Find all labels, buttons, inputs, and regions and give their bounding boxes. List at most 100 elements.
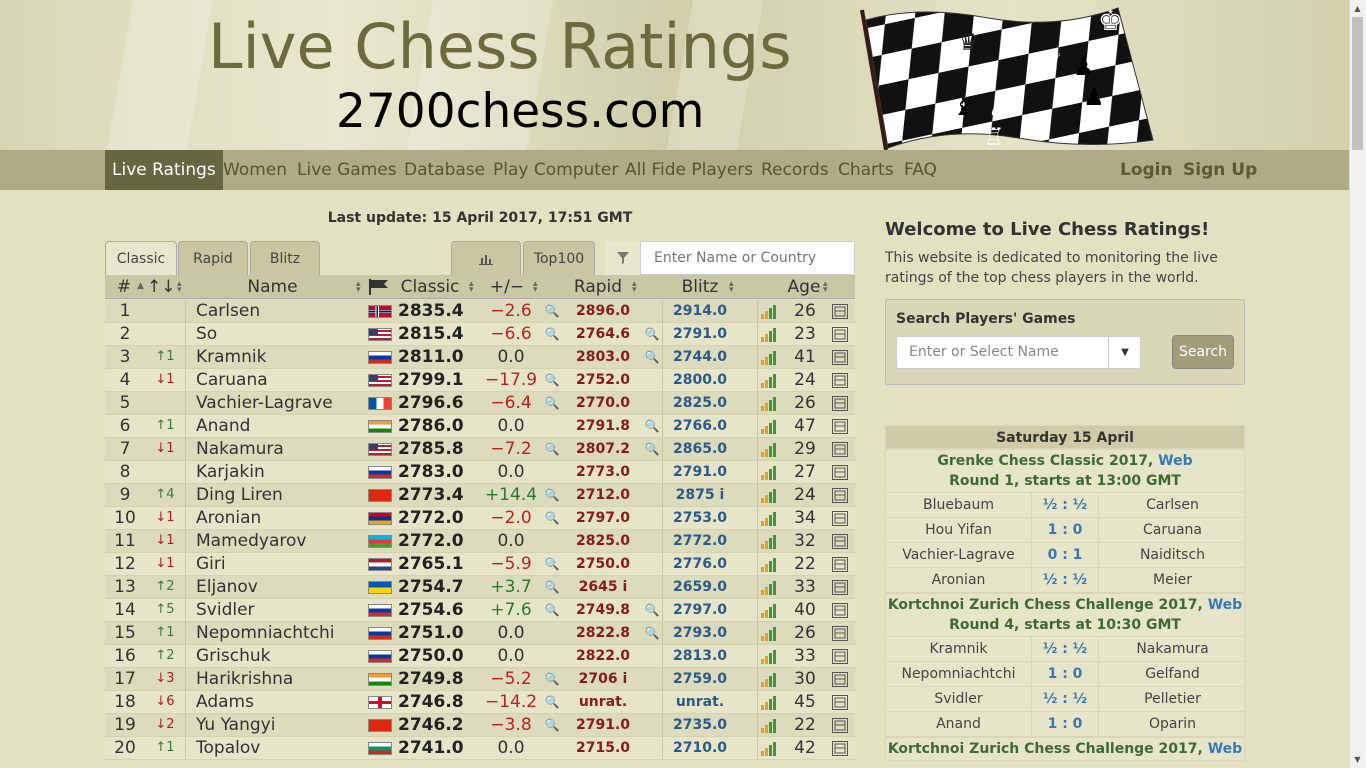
- rating-chart-icon[interactable]: [760, 327, 776, 342]
- player-name[interactable]: Grischuk: [196, 645, 270, 667]
- black-player[interactable]: Carlsen: [1099, 493, 1246, 517]
- player-name[interactable]: Anand: [196, 415, 250, 437]
- header-classic[interactable]: Classic: [395, 275, 465, 299]
- white-player[interactable]: Vachier-Lagrave: [886, 543, 1032, 567]
- rapid-search-icon[interactable]: 🔍: [542, 668, 562, 690]
- game-row[interactable]: Aronian ½ : ½ Meier: [885, 568, 1245, 593]
- event-web-link[interactable]: Web: [1158, 453, 1192, 469]
- history-icon[interactable]: [832, 396, 848, 411]
- table-row[interactable]: 17 ↓3 Harikrishna 2749.8 −5.2 🔍 2706 i 2…: [105, 668, 855, 691]
- filter-input[interactable]: [642, 242, 854, 274]
- table-row[interactable]: 14 ↑5 Svidler 2754.6 +7.6 🔍 2749.8 🔍 279…: [105, 599, 855, 622]
- player-name[interactable]: Yu Yangyi: [196, 714, 275, 736]
- rapid-search-icon[interactable]: 🔍: [542, 691, 562, 713]
- table-row[interactable]: 3 ↑1 Kramnik 2811.0 0.0 2803.0 🔍 2744.0 …: [105, 346, 855, 369]
- rating-chart-icon[interactable]: [760, 603, 776, 618]
- table-row[interactable]: 12 ↓1 Giri 2765.1 −5.9 🔍 2750.0 2776.0 2…: [105, 553, 855, 576]
- table-row[interactable]: 13 ↑2 Eljanov 2754.7 +3.7 🔍 2645 i 2659.…: [105, 576, 855, 599]
- history-icon[interactable]: [832, 649, 848, 664]
- rating-chart-icon[interactable]: [760, 488, 776, 503]
- player-name[interactable]: Nepomniachtchi: [196, 622, 334, 644]
- site-title[interactable]: Live Chess Ratings: [208, 10, 792, 83]
- table-row[interactable]: 7 ↓1 Nakamura 2785.8 −7.2 🔍 2807.2 🔍 286…: [105, 438, 855, 461]
- black-player[interactable]: Meier: [1099, 568, 1246, 592]
- blitz-search-icon[interactable]: 🔍: [642, 599, 662, 621]
- white-player[interactable]: Kramnik: [886, 637, 1032, 661]
- sort-icon[interactable]: ▴ ▾: [177, 280, 182, 295]
- history-icon[interactable]: [832, 304, 848, 319]
- event-name[interactable]: Grenke Chess Classic 2017,: [937, 453, 1153, 469]
- history-icon[interactable]: [832, 511, 848, 526]
- sort-icon[interactable]: ▴ ▾: [356, 280, 361, 295]
- header-name[interactable]: Name: [205, 275, 340, 299]
- history-icon[interactable]: [832, 603, 848, 618]
- rapid-search-icon[interactable]: 🔍: [542, 599, 562, 621]
- table-row[interactable]: 10 ↓1 Aronian 2772.0 −2.0 🔍 2797.0 2753.…: [105, 507, 855, 530]
- blitz-search-icon[interactable]: 🔍: [642, 415, 662, 437]
- game-result[interactable]: 1 : 0: [1032, 518, 1099, 542]
- table-row[interactable]: 15 ↑1 Nepomniachtchi 2751.0 0.0 2822.8 🔍…: [105, 622, 855, 645]
- history-icon[interactable]: [832, 419, 848, 434]
- nav-charts[interactable]: Charts: [838, 150, 894, 190]
- sort-icon[interactable]: ▴ ▾: [533, 280, 538, 295]
- rapid-search-icon[interactable]: 🔍: [542, 438, 562, 460]
- login-link[interactable]: Login: [1120, 150, 1173, 190]
- rating-chart-icon[interactable]: [760, 649, 776, 664]
- tab-top100[interactable]: Top100: [523, 241, 595, 275]
- table-row[interactable]: 8 Karjakin 2783.0 0.0 2773.0 2791.0 27: [105, 461, 855, 484]
- event-name[interactable]: Kortchnoi Zurich Chess Challenge 2017,: [888, 741, 1203, 757]
- site-subtitle[interactable]: 2700chess.com: [336, 84, 704, 139]
- rating-chart-icon[interactable]: [760, 373, 776, 388]
- chart-view-button[interactable]: [451, 241, 521, 275]
- blitz-search-icon[interactable]: 🔍: [642, 323, 662, 345]
- table-row[interactable]: 1 Carlsen 2835.4 −2.6 🔍 2896.0 2914.0 26: [105, 300, 855, 323]
- chevron-down-icon[interactable]: ▼: [1108, 336, 1141, 369]
- table-row[interactable]: 20 ↑1 Topalov 2741.0 0.0 2715.0 2710.0 4…: [105, 737, 855, 760]
- player-name[interactable]: Kramnik: [196, 346, 266, 368]
- blitz-search-icon[interactable]: 🔍: [642, 622, 662, 644]
- scroll-down-icon[interactable]: ▼: [1349, 751, 1366, 768]
- player-name[interactable]: Ding Liren: [196, 484, 283, 506]
- game-result[interactable]: 0 : 1: [1032, 543, 1099, 567]
- history-icon[interactable]: [832, 741, 848, 756]
- rating-chart-icon[interactable]: [760, 672, 776, 687]
- player-name[interactable]: Harikrishna: [196, 668, 293, 690]
- event-web-link[interactable]: Web: [1208, 741, 1242, 757]
- white-player[interactable]: Bluebaum: [886, 493, 1032, 517]
- nav-all-fide-players[interactable]: All Fide Players: [625, 150, 753, 190]
- history-icon[interactable]: [832, 350, 848, 365]
- history-icon[interactable]: [832, 580, 848, 595]
- nav-live-ratings[interactable]: Live Ratings: [105, 150, 223, 190]
- black-player[interactable]: Pelletier: [1099, 687, 1246, 711]
- game-result[interactable]: 1 : 0: [1032, 712, 1099, 736]
- blitz-search-icon[interactable]: 🔍: [642, 346, 662, 368]
- history-icon[interactable]: [832, 672, 848, 687]
- rating-chart-icon[interactable]: [760, 396, 776, 411]
- sort-icon[interactable]: ▴ ▾: [729, 280, 734, 295]
- rating-chart-icon[interactable]: [760, 304, 776, 319]
- white-player[interactable]: Aronian: [886, 568, 1032, 592]
- history-icon[interactable]: [832, 718, 848, 733]
- player-name[interactable]: Mamedyarov: [196, 530, 306, 552]
- rating-chart-icon[interactable]: [760, 741, 776, 756]
- rating-chart-icon[interactable]: [760, 534, 776, 549]
- rapid-search-icon[interactable]: 🔍: [542, 714, 562, 736]
- player-name[interactable]: Topalov: [196, 737, 260, 759]
- history-icon[interactable]: [832, 695, 848, 710]
- history-icon[interactable]: [832, 626, 848, 641]
- game-row[interactable]: Kramnik ½ : ½ Nakamura: [885, 637, 1245, 662]
- white-player[interactable]: Nepomniachtchi: [886, 662, 1032, 686]
- rapid-search-icon[interactable]: 🔍: [542, 576, 562, 598]
- game-row[interactable]: Anand 1 : 0 Oparin: [885, 712, 1245, 737]
- player-name[interactable]: Carlsen: [196, 300, 260, 322]
- game-result[interactable]: 1 : 0: [1032, 662, 1099, 686]
- scrollbar-thumb[interactable]: [1352, 17, 1363, 150]
- header-age[interactable]: Age: [783, 275, 825, 299]
- table-row[interactable]: 16 ↑2 Grischuk 2750.0 0.0 2822.0 2813.0 …: [105, 645, 855, 668]
- nav-records[interactable]: Records: [761, 150, 829, 190]
- sort-icon[interactable]: ▴ ▾: [823, 280, 828, 295]
- player-name[interactable]: Aronian: [196, 507, 261, 529]
- table-row[interactable]: 2 So 2815.4 −6.6 🔍 2764.6 🔍 2791.0 23: [105, 323, 855, 346]
- flag-header-icon[interactable]: [367, 275, 391, 299]
- sort-icon[interactable]: ▴ ▾: [469, 280, 474, 295]
